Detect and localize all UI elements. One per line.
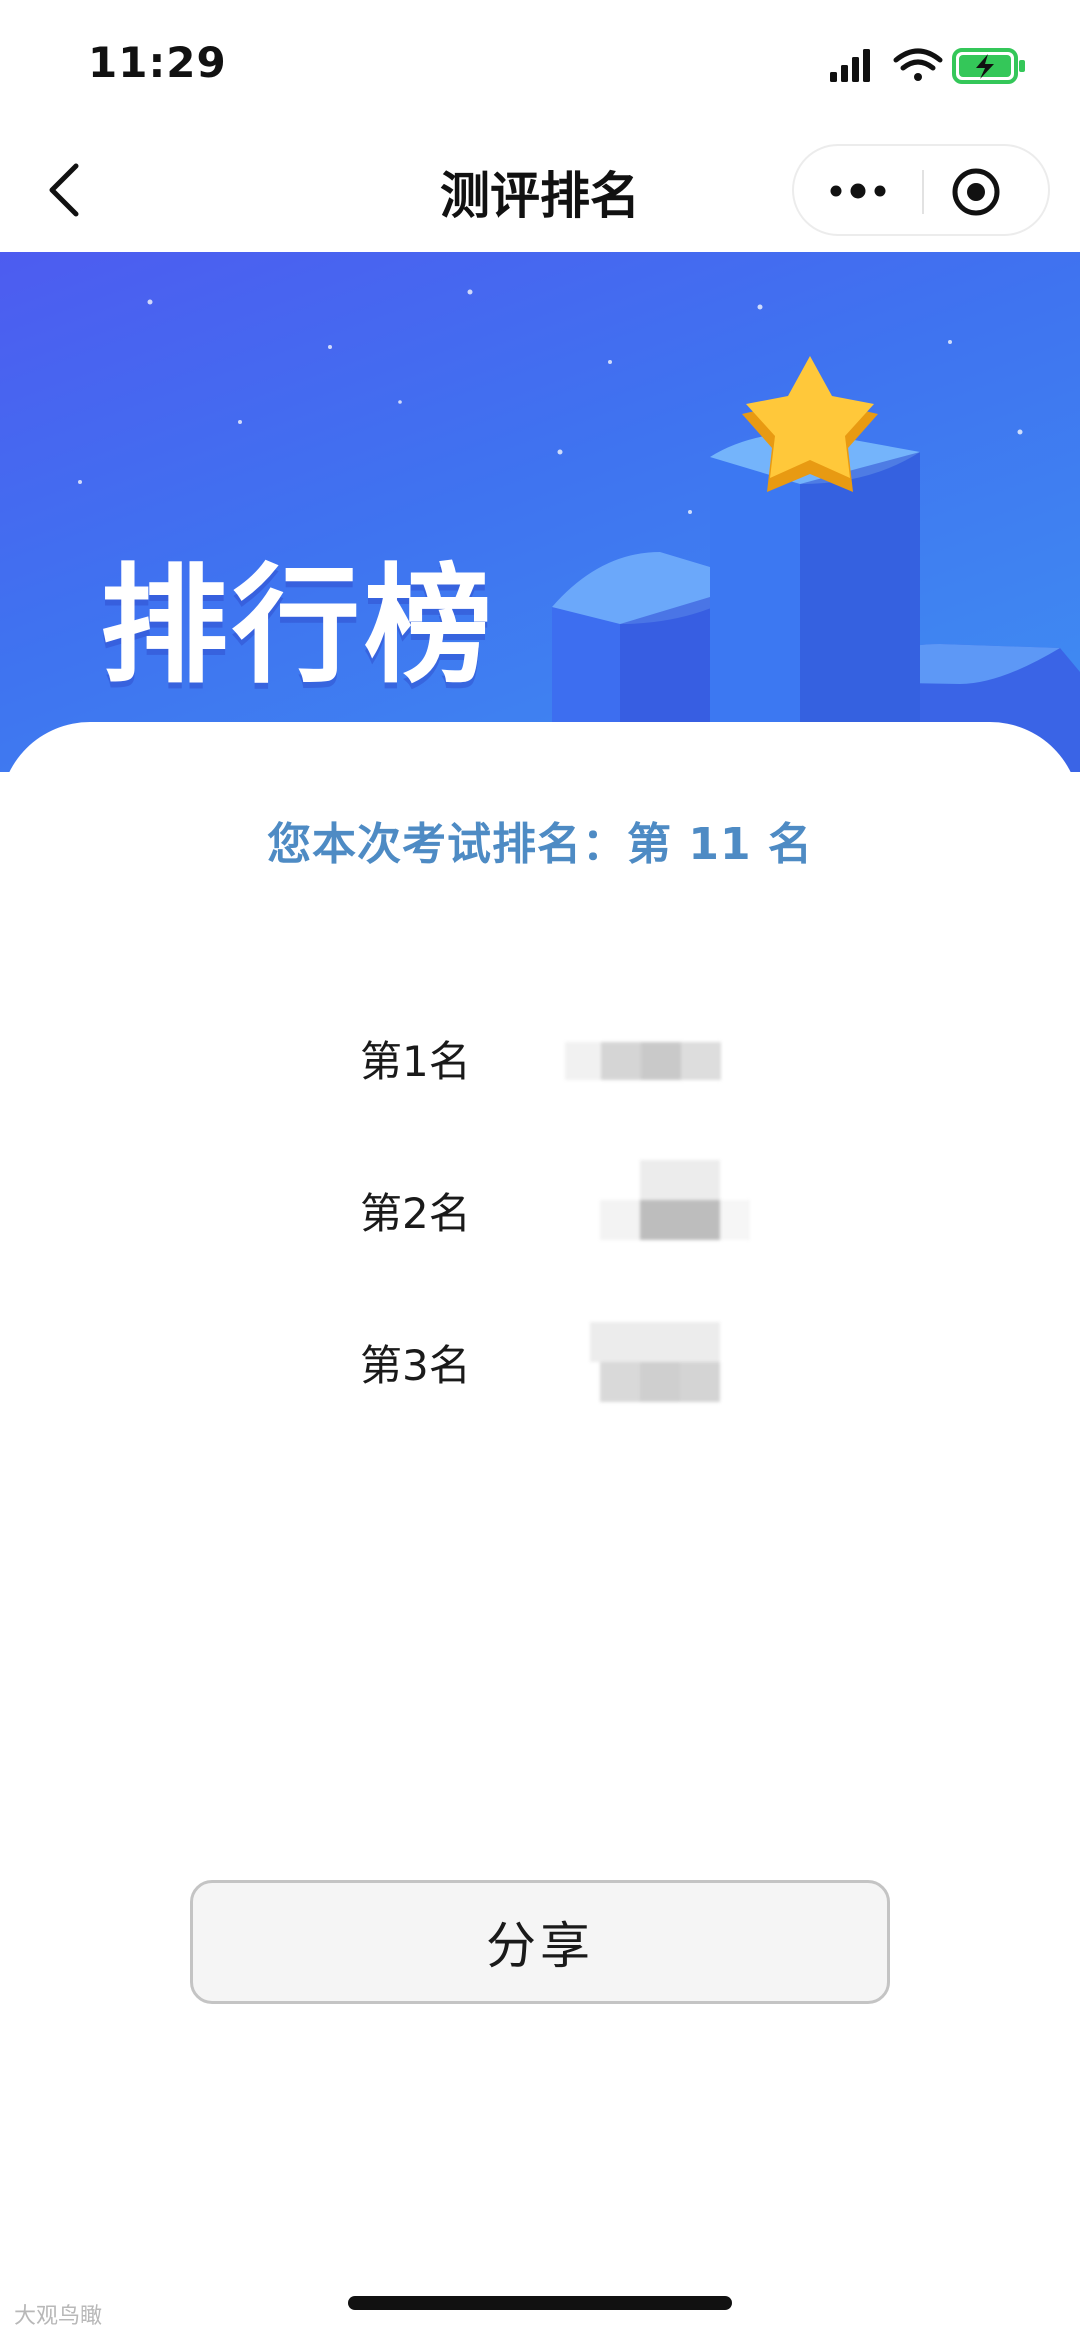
banner-title: 排行榜 xyxy=(100,552,497,701)
close-target-icon xyxy=(952,168,1000,216)
blurred-name xyxy=(600,1160,760,1252)
status-icons xyxy=(830,46,1030,86)
blurred-name xyxy=(580,1322,740,1404)
close-mini-program-button[interactable] xyxy=(950,166,1002,218)
ranking-row: 第2名 xyxy=(0,1160,1080,1252)
battery-charging-icon xyxy=(952,48,1025,84)
mini-program-capsule xyxy=(792,144,1050,236)
more-dots-icon xyxy=(830,183,886,199)
more-dots-button[interactable] xyxy=(828,176,888,206)
leaderboard-banner: 排行榜 xyxy=(0,252,1080,772)
signal-icon xyxy=(830,49,870,82)
status-time: 11:29 xyxy=(88,38,227,87)
podium-center xyxy=(710,432,920,772)
content-card xyxy=(0,722,1080,2337)
blurred-name xyxy=(565,1020,725,1100)
wifi-icon xyxy=(893,48,943,81)
rank-label: 第3名 xyxy=(360,1341,471,1390)
page: 11:29 测评排名 排行榜 您本次考试排名：第 11 名 第1名 第2名 第3… xyxy=(0,0,1080,2337)
nav-bar: 测评排名 xyxy=(0,130,1080,252)
rank-label: 第2名 xyxy=(360,1189,471,1238)
status-bar: 11:29 xyxy=(0,0,1080,130)
share-button[interactable]: 分享 xyxy=(190,1880,890,2004)
ranking-row: 第1名 xyxy=(0,1020,1080,1100)
rank-label: 第1名 xyxy=(360,1037,471,1086)
capsule-divider xyxy=(922,170,924,214)
my-rank-text: 您本次考试排名：第 11 名 xyxy=(267,819,813,870)
home-indicator[interactable] xyxy=(348,2296,732,2310)
share-button-label: 分享 xyxy=(486,1917,594,1975)
ranking-row: 第3名 xyxy=(0,1322,1080,1404)
watermark: 大观鸟瞰 xyxy=(14,2304,103,2329)
